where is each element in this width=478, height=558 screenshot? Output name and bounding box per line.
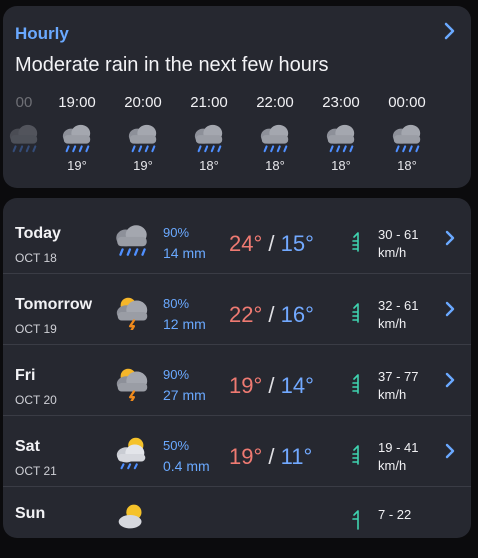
wind-direction-icon [352,510,359,530]
rain-icon [256,122,294,154]
rain-icon [388,122,426,154]
low-temp: 16° [280,302,314,327]
daily-row[interactable]: Sun 7 - 22 [3,487,471,558]
hour-time: 19:00 [58,94,96,111]
wind-speed-range: 37 - 77 [378,369,419,384]
hour-time: 20:00 [124,94,162,111]
precip-chance: 80% [163,296,190,311]
rain-icon [190,122,228,154]
chevron-right-icon[interactable] [441,441,459,461]
hourly-item[interactable]: 00 [0,94,53,158]
thunder-sun-cloud-icon [111,292,153,330]
wind-unit: km/h [378,245,407,260]
wind-speed-range: 30 - 61 [378,227,419,242]
precip-amount: 0.4 mm [163,458,210,474]
day-name: Sun [15,505,46,522]
hour-time: 23:00 [322,94,360,111]
day-date: OCT 20 [15,393,57,407]
wind-direction-icon [352,445,359,465]
high-temp: 24° [229,231,263,256]
wind-unit: km/h [378,387,407,402]
daily-row[interactable]: Fri OCT 20 90% 27 mm 19° / 14° 37 - 77 k… [3,345,471,416]
chevron-right-icon[interactable] [441,299,459,319]
hour-temp: 18° [397,158,417,173]
thunder-sun-cloud-icon [111,363,153,401]
day-date: OCT 18 [15,251,57,265]
wind-direction-icon [352,232,359,252]
hourly-item[interactable]: 00:00 18° [378,94,436,173]
high-temp: 22° [229,302,263,327]
rain-icon [58,122,96,154]
daily-row[interactable]: Tomorrow OCT 19 80% 12 mm 22° / 16° 32 -… [3,274,471,345]
low-temp: 15° [280,231,314,256]
chevron-right-icon[interactable] [439,20,459,42]
hourly-item[interactable]: 20:00 19° [114,94,172,173]
chevron-right-icon[interactable] [441,370,459,390]
precip-amount: 12 mm [163,316,206,332]
high-temp: 19° [229,444,263,469]
rain-icon [124,122,162,154]
precip-amount: 14 mm [163,245,206,261]
wind-direction-icon [352,374,359,394]
hour-temp: 19° [133,158,153,173]
day-date: OCT 21 [15,464,57,478]
hourly-item[interactable]: 23:00 18° [312,94,370,173]
temperature-range: 24° / 15° [229,231,314,256]
daily-row[interactable]: Today OCT 18 90% 14 mm 24° / 15° 30 - 61… [3,203,471,274]
daily-forecast-card: Today OCT 18 90% 14 mm 24° / 15° 30 - 61… [3,198,471,538]
wind-speed-range: 32 - 61 [378,298,419,313]
low-temp: 14° [280,373,314,398]
hourly-item[interactable]: 21:00 18° [180,94,238,173]
day-name: Tomorrow [15,296,93,313]
day-name: Fri [15,367,36,384]
day-name: Sat [15,438,40,455]
day-date: OCT 19 [15,322,57,336]
wind-speed-range: 7 - 22 [378,507,412,522]
wind-unit: km/h [378,458,407,473]
daily-row[interactable]: Sat OCT 21 50% 0.4 mm 19° / 11° 19 - 41 … [3,416,471,487]
sun-rain-cloud-icon [111,434,153,472]
precip-chance: 90% [163,225,190,240]
precip-chance: 90% [163,367,190,382]
temperature-range: 22° / 16° [229,302,314,327]
hour-temp: 18° [199,158,219,173]
hour-time: 00 [15,94,33,111]
hourly-item[interactable]: 22:00 18° [246,94,304,173]
hour-time: 00:00 [388,94,426,111]
wind-unit: km/h [378,316,407,331]
high-temp: 19° [229,373,263,398]
hourly-card[interactable]: Hourly Moderate rain in the next few hou… [3,6,471,188]
temperature-range: 19° / 14° [229,373,314,398]
rain-cloud-icon [111,221,153,259]
hourly-item[interactable]: 19:00 19° [48,94,106,173]
hourly-title: Hourly [15,24,69,43]
hour-time: 21:00 [190,94,228,111]
hourly-summary: Moderate rain in the next few hours [15,54,329,76]
precip-amount: 27 mm [163,387,206,403]
chevron-right-icon[interactable] [441,228,459,248]
wind-direction-icon [352,303,359,323]
wind-speed-range: 19 - 41 [378,440,419,455]
rain-icon [322,122,360,154]
hour-temp: 18° [331,158,351,173]
temperature-range: 19° / 11° [229,444,313,469]
day-name: Today [15,225,61,242]
low-temp: 11° [280,444,313,469]
rain-icon [5,122,43,154]
precip-chance: 50% [163,438,190,453]
hour-temp: 19° [67,158,87,173]
sun-cloud-icon [111,497,153,535]
hour-time: 22:00 [256,94,294,111]
hour-temp: 18° [265,158,285,173]
